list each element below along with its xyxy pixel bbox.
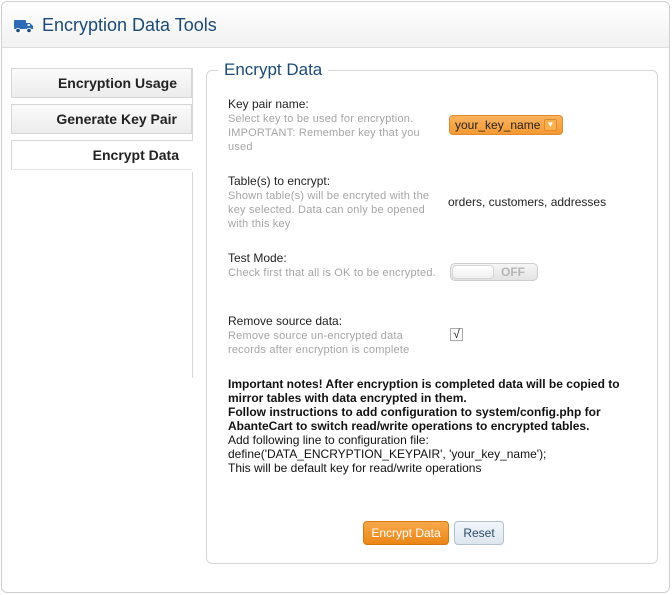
tab-generate-key-pair[interactable]: Generate Key Pair	[11, 104, 192, 134]
tables-value: orders, customers, addresses	[448, 195, 607, 209]
important-notes: Important notes! After encryption is com…	[228, 377, 648, 475]
tab-encrypt-data[interactable]: Encrypt Data	[11, 140, 193, 170]
notes-line-3: Add following line to configuration file…	[228, 433, 429, 447]
key-pair-select[interactable]: your_key_name ▼	[449, 115, 563, 135]
reset-button[interactable]: Reset	[454, 521, 504, 545]
tab-divider	[192, 68, 193, 378]
remove-source-help: Remove source un-encrypted data records …	[228, 330, 410, 356]
notes-line-2: Follow instructions to add configuration…	[228, 405, 601, 433]
page-header: Encryption Data Tools	[2, 2, 669, 48]
tables-help: Shown table(s) will be encryted with the…	[228, 190, 430, 230]
notes-line-4: define('DATA_ENCRYPTION_KEYPAIR', 'your_…	[228, 447, 547, 461]
test-mode-label: Test Mode:	[228, 251, 287, 265]
tab-encryption-usage[interactable]: Encryption Usage	[11, 68, 192, 98]
toggle-state: OFF	[501, 265, 525, 279]
test-mode-help: Check first that all is OK to be encrypt…	[228, 267, 436, 279]
key-pair-label: Key pair name:	[228, 97, 309, 111]
truck-icon	[13, 17, 35, 35]
page-title: Encryption Data Tools	[42, 15, 217, 35]
key-pair-help: Select key to be used for encryption. IM…	[228, 113, 420, 153]
chevron-down-icon: ▼	[544, 119, 557, 131]
toggle-knob	[452, 265, 494, 279]
notes-line-1: Important notes! After encryption is com…	[228, 377, 620, 405]
remove-source-label: Remove source data:	[228, 314, 343, 328]
key-pair-selected-value: your_key_name	[455, 118, 541, 132]
test-mode-toggle[interactable]: OFF	[450, 263, 538, 281]
tables-label: Table(s) to encrypt:	[228, 174, 331, 188]
tab-divider-gap	[192, 141, 193, 172]
notes-line-5: This will be default key for read/write …	[228, 461, 482, 475]
encrypt-data-button[interactable]: Encrypt Data	[363, 521, 449, 545]
fieldset-legend: Encrypt Data	[218, 60, 329, 80]
remove-source-checkbox[interactable]: √	[450, 328, 463, 341]
